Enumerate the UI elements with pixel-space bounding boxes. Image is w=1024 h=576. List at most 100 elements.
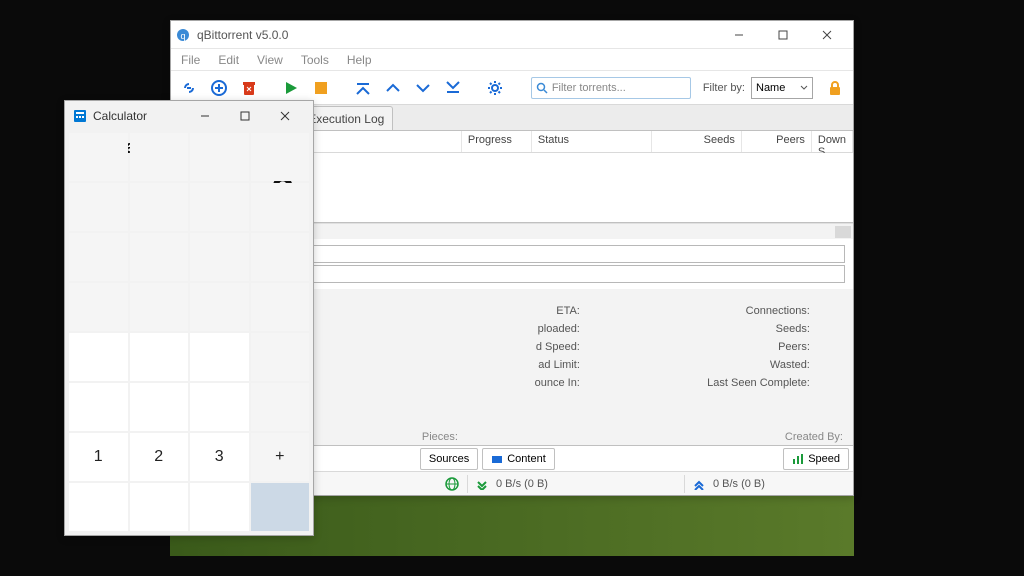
calc-key[interactable]	[130, 183, 189, 231]
calc-key[interactable]	[69, 183, 128, 231]
calc-key[interactable]	[251, 133, 310, 181]
filter-by-value: Name	[756, 82, 785, 94]
add-torrent-button[interactable]	[207, 76, 231, 100]
calc-key[interactable]	[130, 233, 189, 281]
col-status[interactable]: Status	[532, 131, 652, 152]
col-progress[interactable]: Progress	[462, 131, 532, 152]
calc-key[interactable]	[69, 383, 128, 431]
calc-key[interactable]	[190, 233, 249, 281]
maximize-button[interactable]	[761, 21, 805, 49]
minimize-button[interactable]	[717, 21, 761, 49]
col-peers[interactable]: Peers	[742, 131, 812, 152]
folder-icon	[491, 453, 503, 465]
move-down-button[interactable]	[411, 76, 435, 100]
menu-view[interactable]: View	[253, 51, 287, 69]
status-upload-speed: 0 B/s (0 B)	[713, 478, 765, 490]
calc-key[interactable]	[69, 483, 128, 531]
calc-titlebar[interactable]: Calculator	[65, 101, 313, 131]
settings-button[interactable]	[483, 76, 507, 100]
calc-maximize-button[interactable]	[225, 101, 265, 131]
calc-key[interactable]	[190, 333, 249, 381]
detail-wasted-label: Wasted:	[770, 359, 810, 377]
calc-key[interactable]	[190, 283, 249, 331]
globe-icon[interactable]	[445, 477, 459, 491]
download-icon	[476, 478, 488, 490]
calc-key[interactable]	[130, 483, 189, 531]
calc-key[interactable]	[251, 483, 310, 531]
qb-titlebar[interactable]: q qBittorrent v5.0.0	[171, 21, 853, 49]
calc-key[interactable]	[69, 233, 128, 281]
calc-close-button[interactable]	[265, 101, 305, 131]
calc-key[interactable]	[251, 333, 310, 381]
filter-placeholder: Filter torrents...	[552, 82, 626, 94]
calc-key[interactable]	[130, 133, 189, 181]
move-bottom-button[interactable]	[441, 76, 465, 100]
detail-limit-label: ad Limit:	[538, 359, 580, 377]
calc-key[interactable]	[190, 383, 249, 431]
calc-key[interactable]	[251, 283, 310, 331]
resume-button[interactable]	[279, 76, 303, 100]
calc-key[interactable]: 2	[130, 433, 189, 481]
calc-key[interactable]: 3	[190, 433, 249, 481]
torrent-list[interactable]	[242, 153, 853, 223]
calc-key[interactable]	[251, 383, 310, 431]
status-download-speed: 0 B/s (0 B)	[496, 478, 548, 490]
calc-key[interactable]: +	[251, 433, 310, 481]
tab-sources[interactable]: Sources	[420, 448, 478, 470]
calc-key[interactable]	[190, 133, 249, 181]
calc-key[interactable]	[130, 333, 189, 381]
tab-exec-log-label: Execution Log	[308, 112, 384, 126]
detail-created-label: Created By:	[785, 431, 843, 443]
close-button[interactable]	[805, 21, 849, 49]
menu-tools[interactable]: Tools	[297, 51, 333, 69]
move-up-button[interactable]	[381, 76, 405, 100]
search-icon	[536, 82, 548, 94]
pause-button[interactable]	[309, 76, 333, 100]
tab-speed[interactable]: Speed	[783, 448, 849, 470]
detail-tabs: Sources Content Speed	[242, 445, 853, 471]
detail-pieces-label: Pieces:	[422, 431, 458, 443]
menu-file[interactable]: File	[177, 51, 204, 69]
calc-keypad: 123+	[69, 133, 309, 531]
add-link-button[interactable]	[177, 76, 201, 100]
detail-eta-label: ETA:	[556, 305, 580, 323]
lock-ui-button[interactable]	[823, 76, 847, 100]
menu-edit[interactable]: Edit	[214, 51, 243, 69]
detail-peers-label: Peers:	[778, 341, 810, 359]
horizontal-scrollbar[interactable]	[242, 223, 853, 239]
svg-text:q: q	[180, 31, 185, 41]
calc-key[interactable]	[190, 183, 249, 231]
filter-by-select[interactable]: Name	[751, 77, 813, 99]
chart-icon	[792, 453, 804, 465]
detail-lastseen-label: Last Seen Complete:	[707, 377, 810, 395]
torrent-list-header[interactable]: Progress Status Seeds Peers Down S	[242, 131, 853, 153]
upload-icon	[693, 478, 705, 490]
torrent-filter-input[interactable]: Filter torrents...	[531, 77, 691, 99]
col-down-speed[interactable]: Down S	[812, 131, 853, 152]
qb-menubar: File Edit View Tools Help	[171, 49, 853, 71]
calc-key[interactable]	[130, 283, 189, 331]
detail-text-2[interactable]	[250, 265, 845, 283]
calculator-window: Calculator Standard 0 123+	[64, 100, 314, 536]
calc-key[interactable]	[251, 183, 310, 231]
calc-key[interactable]	[69, 133, 128, 181]
menu-help[interactable]: Help	[343, 51, 376, 69]
calc-key[interactable]	[130, 383, 189, 431]
calc-minimize-button[interactable]	[185, 101, 225, 131]
col-seeds[interactable]: Seeds	[652, 131, 742, 152]
move-top-button[interactable]	[351, 76, 375, 100]
calc-key[interactable]	[251, 233, 310, 281]
chevron-down-icon	[800, 85, 808, 91]
delete-button[interactable]	[237, 76, 261, 100]
detail-text-1[interactable]	[250, 245, 845, 263]
tab-content[interactable]: Content	[482, 448, 555, 470]
qb-title: qBittorrent v5.0.0	[197, 28, 288, 42]
calc-key[interactable]	[69, 283, 128, 331]
qb-main-panel: Progress Status Seeds Peers Down S ETA: …	[242, 131, 853, 471]
calc-key[interactable]	[190, 483, 249, 531]
calc-key[interactable]: 1	[69, 433, 128, 481]
qb-app-icon: q	[175, 27, 191, 43]
calc-key[interactable]	[69, 333, 128, 381]
torrent-detail-panel: ETA: ploaded: d Speed: ad Limit: ounce I…	[242, 289, 853, 445]
detail-seeds-label: Seeds:	[776, 323, 810, 341]
